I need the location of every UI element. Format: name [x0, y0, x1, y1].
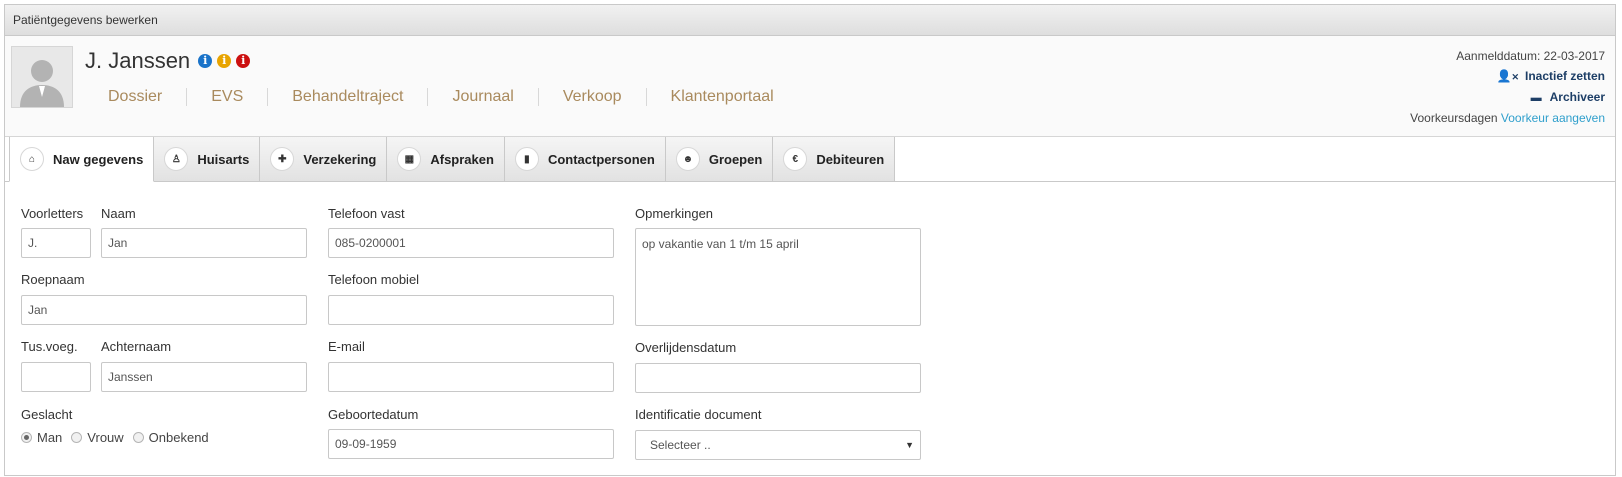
tab-label: Huisarts: [197, 151, 250, 167]
nav-journaal[interactable]: Journaal: [439, 88, 526, 106]
opmerkingen-textarea[interactable]: op vakantie van 1 t/m 15 april: [635, 228, 921, 326]
tab-label: Naw gegevens: [53, 151, 144, 167]
telefoon-mobiel-input[interactable]: [328, 295, 614, 325]
overlijdensdatum-label: Overlijdensdatum: [635, 340, 737, 355]
contact-book-icon: ▮: [514, 147, 539, 171]
avatar: [11, 46, 73, 108]
nav-klantenportaal[interactable]: Klantenportaal: [658, 88, 787, 106]
geslacht-label: Geslacht: [21, 407, 73, 422]
tab-label: Verzekering: [303, 151, 377, 167]
patient-tabs: ⌂ Naw gegevens ♙ Huisarts ✚ Verzekering ▦ Afspr…: [5, 137, 1615, 182]
tab-verzekering[interactable]: ✚ Verzekering: [260, 137, 388, 181]
identificatie-label: Identificatie document: [635, 407, 762, 422]
roepnaam-input[interactable]: [21, 295, 307, 325]
achternaam-input[interactable]: [101, 362, 307, 392]
archiveer-label: Archiveer: [1549, 90, 1605, 104]
radio-label: Vrouw: [87, 430, 124, 445]
telefoon-mobiel-label: Telefoon mobiel: [328, 272, 420, 287]
voorkeursdagen-label: Voorkeursdagen: [1410, 111, 1498, 125]
archive-icon: ▬: [1530, 92, 1542, 104]
voorkeursdagen-row: Voorkeursdagen Voorkeur aangeven: [1410, 108, 1605, 128]
header-actions: Aanmelddatum: 22-03-2017 👤✕ Inactief zett…: [1410, 46, 1605, 128]
info-orange-icon[interactable]: i: [217, 54, 232, 68]
radio-button[interactable]: [71, 432, 83, 443]
inactief-zetten-link[interactable]: 👤✕ Inactief zetten: [1410, 66, 1605, 87]
opmerkingen-label: Opmerkingen: [635, 206, 714, 221]
user-remove-icon: 👤✕: [1496, 69, 1519, 83]
geslacht-option-vrouw[interactable]: Vrouw: [71, 430, 124, 445]
info-icons: iii: [193, 54, 251, 68]
nav-separator: [427, 88, 429, 106]
geslacht-option-man[interactable]: Man: [21, 430, 62, 445]
inactief-label: Inactief zetten: [1524, 69, 1605, 83]
email-label: E-mail: [328, 339, 365, 354]
window-title: Patiëntgegevens bewerken: [5, 5, 1615, 36]
roepnaam-label: Roepnaam: [21, 272, 85, 287]
patient-name: J. Janssen: [85, 48, 191, 73]
identificatie-select[interactable]: Selecteer .. ▼: [635, 430, 921, 460]
email-input[interactable]: [328, 362, 614, 392]
voorkeur-aangeven-link[interactable]: Voorkeur aangeven: [1501, 111, 1605, 125]
patient-nav: Dossier EVS Behandeltraject Journaal Verkoop…: [95, 88, 787, 106]
home-icon: ⌂: [20, 147, 44, 171]
telefoon-vast-label: Telefoon vast: [328, 206, 405, 221]
aanmelddatum: Aanmelddatum: 22-03-2017: [1456, 49, 1605, 63]
nav-separator: [537, 88, 539, 106]
nav-separator: [267, 88, 269, 106]
nav-evs[interactable]: EVS: [198, 88, 256, 106]
archiveer-link[interactable]: ▬ Archiveer: [1410, 87, 1605, 108]
geboortedatum-label: Geboortedatum: [328, 407, 419, 422]
person-silhouette-icon: [12, 47, 72, 107]
naam-input[interactable]: [101, 228, 307, 258]
tab-label: Groepen: [708, 151, 763, 167]
nav-behandeltraject[interactable]: Behandeltraject: [279, 88, 416, 106]
tusvoeg-label: Tus.voeg.: [21, 339, 78, 354]
tab-afspraken[interactable]: ▦ Afspraken: [387, 137, 505, 181]
doctor-icon: ♙: [164, 147, 189, 171]
voorletters-input[interactable]: [21, 228, 91, 258]
euro-icon: €: [783, 147, 808, 171]
geboortedatum-input[interactable]: [328, 429, 614, 459]
geslacht-radio-group: Man Vrouw Onbekend: [21, 430, 218, 445]
identificatie-selected: Selecteer ..: [650, 438, 711, 452]
telefoon-vast-input[interactable]: [328, 228, 614, 258]
overlijdensdatum-input[interactable]: [635, 363, 921, 393]
nav-verkoop[interactable]: Verkoop: [550, 88, 635, 106]
tab-label: Contactpersonen: [547, 151, 655, 167]
voorletters-label: Voorletters: [21, 206, 84, 221]
nav-separator: [645, 88, 647, 106]
patient-header: J. Janssen iii Dossier EVS Behandeltraject…: [5, 36, 1615, 137]
tab-label: Debiteuren: [816, 151, 885, 167]
info-red-icon[interactable]: i: [236, 54, 251, 68]
tab-contactpersonen[interactable]: ▮ Contactpersonen: [504, 137, 666, 181]
caret-down-icon: ▼: [905, 440, 914, 450]
radio-label: Onbekend: [148, 430, 209, 445]
tab-groepen[interactable]: ☻ Groepen: [665, 137, 774, 181]
calendar-icon: ▦: [397, 147, 422, 171]
radio-button[interactable]: [21, 432, 32, 443]
info-blue-icon[interactable]: i: [198, 54, 213, 68]
patient-name-row: J. Janssen iii: [85, 48, 251, 74]
tab-naw-gegevens[interactable]: ⌂ Naw gegevens: [9, 137, 155, 182]
nav-separator: [186, 88, 188, 106]
plus-square-icon: ✚: [270, 147, 295, 171]
patient-edit-window: Patiëntgegevens bewerken J. Janssen iii …: [4, 4, 1616, 476]
geslacht-option-onbekend[interactable]: Onbekend: [132, 430, 209, 445]
achternaam-label: Achternaam: [101, 339, 172, 354]
tab-huisarts[interactable]: ♙ Huisarts: [154, 137, 261, 181]
radio-label: Man: [37, 430, 63, 445]
tab-debiteuren[interactable]: € Debiteuren: [773, 137, 896, 181]
radio-button[interactable]: [132, 432, 144, 443]
users-icon: ☻: [675, 147, 700, 171]
naam-label: Naam: [101, 206, 136, 221]
nav-dossier[interactable]: Dossier: [95, 88, 175, 106]
tab-label: Afspraken: [430, 151, 494, 167]
tusvoeg-input[interactable]: [21, 362, 91, 392]
